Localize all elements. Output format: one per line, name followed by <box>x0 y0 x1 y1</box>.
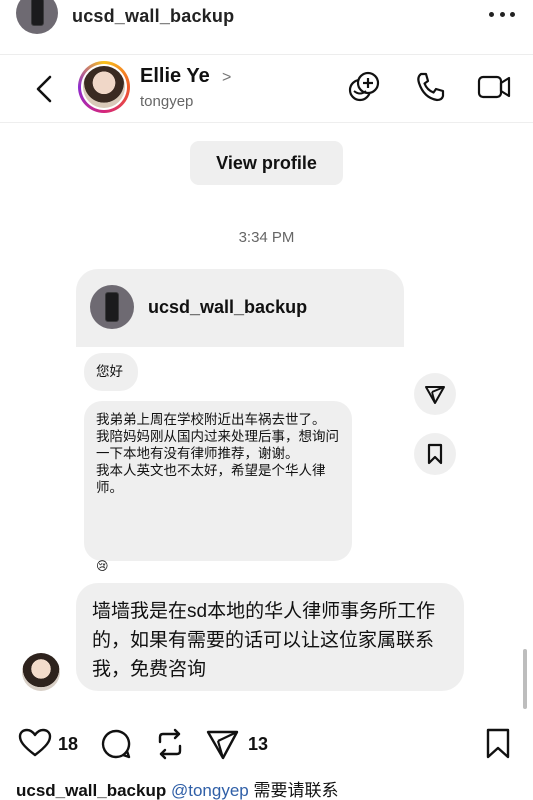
message-reply: 墙墙我是在sd本地的华人律师事务所工作的，如果有需要的话可以让这位家属联系我，免… <box>76 583 464 691</box>
repost-icon[interactable] <box>154 728 186 760</box>
post-header: ucsd_wall_backup <box>0 0 533 36</box>
shared-post-card[interactable]: ucsd_wall_backup <box>76 269 404 347</box>
add-person-icon[interactable] <box>346 69 382 105</box>
send-icon[interactable] <box>206 728 240 760</box>
like-count: 18 <box>58 734 79 754</box>
shared-post-avatar <box>90 285 134 329</box>
phone-icon[interactable] <box>412 69 448 105</box>
caption-text: 需要请联系 <box>253 781 339 800</box>
dm-screenshot: Ellie Ye > tongyep View profile 3:34 PM … <box>0 54 533 710</box>
post-actions: 18 13 <box>0 718 533 766</box>
video-icon[interactable] <box>476 69 512 105</box>
dm-header: Ellie Ye > tongyep <box>0 55 533 123</box>
message-line: 我本人英文也不太好，希望是个华人律师。 <box>96 463 326 495</box>
chevron-right-icon: > <box>222 69 232 86</box>
caption-mention[interactable]: @tongyep <box>171 781 249 800</box>
save-message-button[interactable] <box>414 433 456 475</box>
post-caption: ucsd_wall_backup @tongyep 需要请联系 <box>16 776 338 800</box>
heart-icon[interactable] <box>18 728 52 758</box>
post-author-avatar[interactable] <box>16 0 58 34</box>
caption-username[interactable]: ucsd_wall_backup <box>16 781 166 800</box>
message-request: 我弟弟上周在学校附近出车祸去世了。 我陪妈妈刚从国内过来处理后事，想询问一下本地… <box>84 401 352 561</box>
scrollbar[interactable] <box>523 649 527 709</box>
view-profile-button[interactable]: View profile <box>190 141 343 185</box>
contact-avatar[interactable] <box>78 61 130 113</box>
contact-name[interactable]: Ellie Ye <box>140 65 210 88</box>
share-count: 13 <box>248 734 269 754</box>
more-icon[interactable] <box>489 8 515 20</box>
crying-reaction-icon: 😢 <box>96 559 109 573</box>
contact-small-avatar <box>22 653 60 691</box>
post-author-username[interactable]: ucsd_wall_backup <box>72 6 234 27</box>
message-timestamp: 3:34 PM <box>238 229 295 246</box>
shared-post-username: ucsd_wall_backup <box>148 297 308 317</box>
message-line: 我弟弟上周在学校附近出车祸去世了。 <box>96 412 326 427</box>
comment-icon[interactable] <box>100 728 132 760</box>
message-greeting: 您好 <box>84 353 138 391</box>
back-arrow-icon[interactable] <box>30 71 58 107</box>
share-message-button[interactable] <box>414 373 456 415</box>
bookmark-icon <box>427 443 443 465</box>
message-line: 我陪妈妈刚从国内过来处理后事，想询问一下本地有没有律师推荐，谢谢。 <box>96 429 339 461</box>
send-icon <box>425 386 445 404</box>
contact-handle: tongyep <box>140 93 194 110</box>
bookmark-icon[interactable] <box>484 728 512 760</box>
